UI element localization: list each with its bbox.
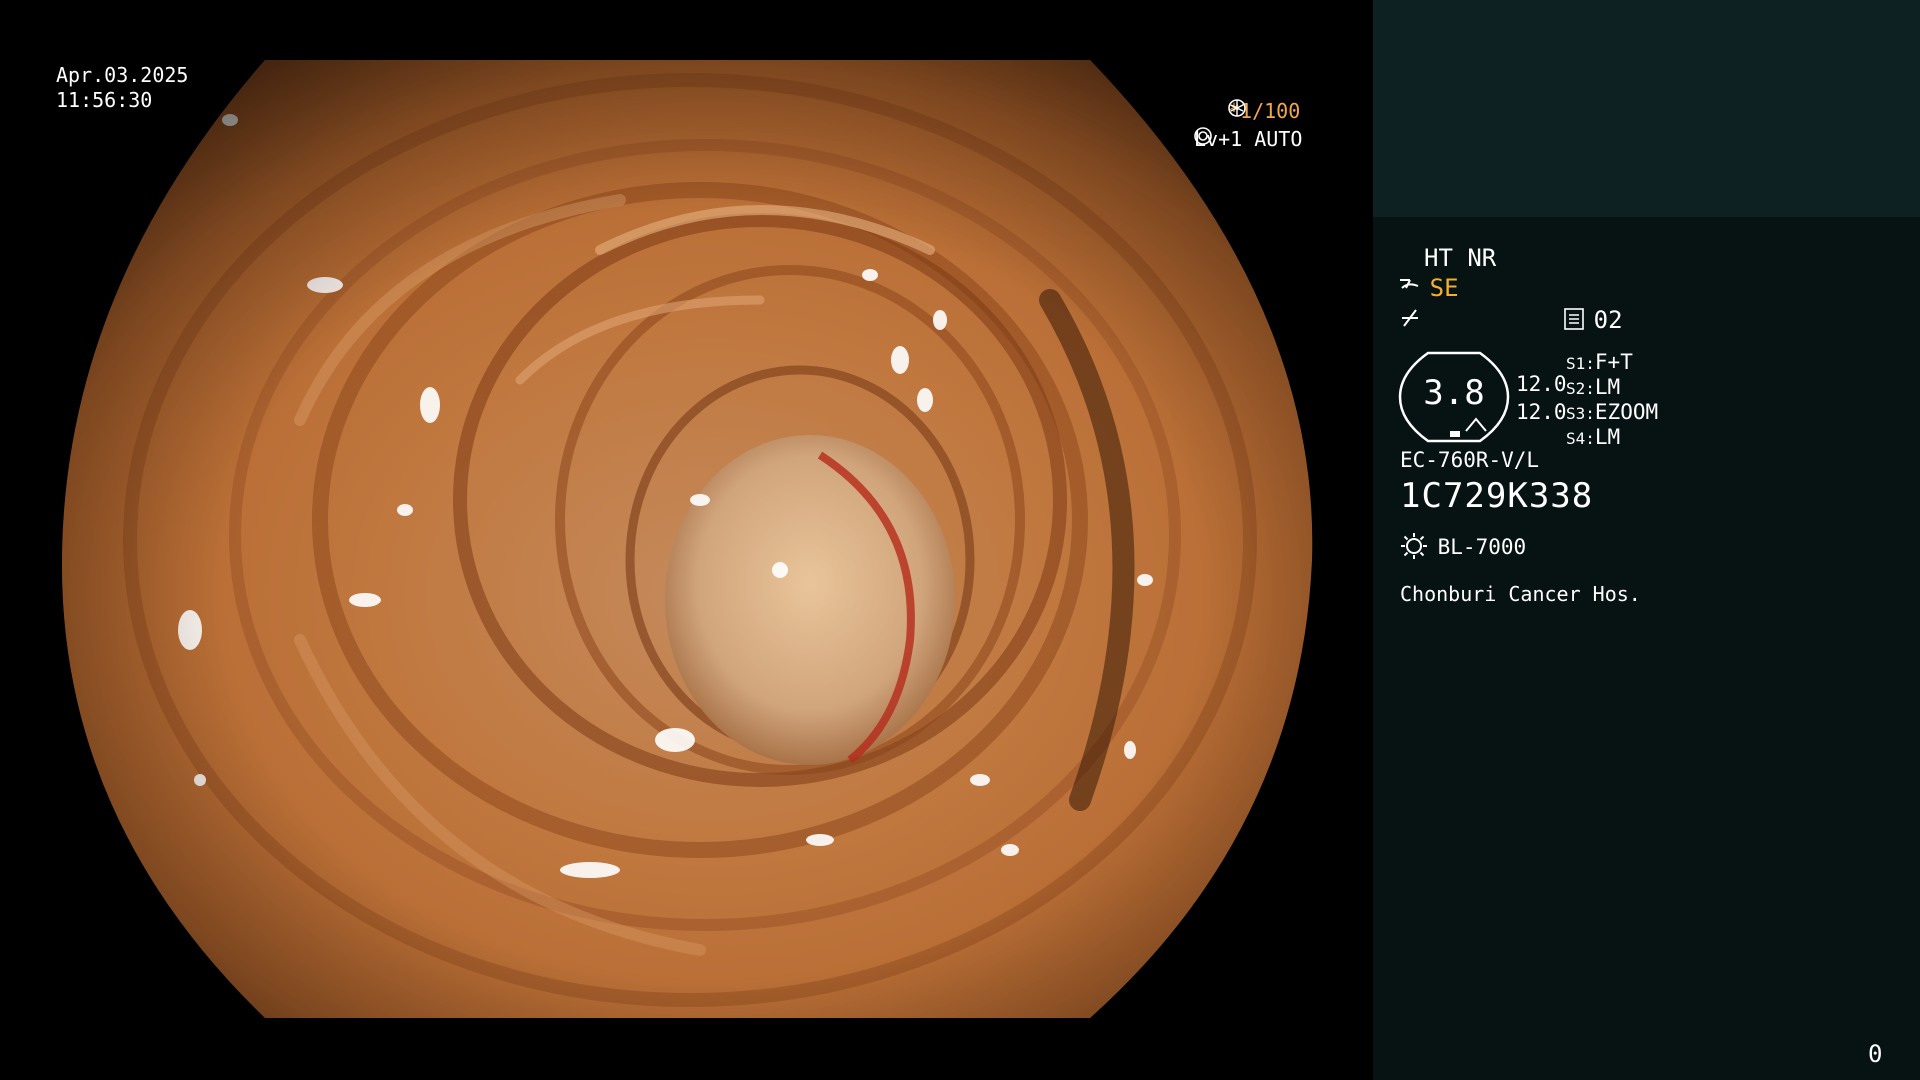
dial-display: 3.8 [1398, 351, 1510, 443]
structure-enhance-icon [1398, 274, 1420, 296]
date-display: Apr.03.2025 [56, 63, 189, 87]
panel-header-area [1373, 0, 1920, 217]
light-source-value: BL-7000 [1437, 535, 1527, 559]
switch-list: S1:F+T S2:LM S3:EZOOM S4:LM [1566, 350, 1658, 450]
scope-model: EC-760R-V/L [1400, 448, 1540, 472]
switch-value: F+T [1594, 350, 1633, 374]
ht-nr-label: HT NR [1424, 244, 1497, 272]
switch-key: S3: [1566, 404, 1595, 423]
memory-icon [1564, 308, 1584, 330]
switch-value: EZOOM [1594, 400, 1659, 424]
light-source-row: BL-7000 [1400, 532, 1526, 560]
memory-row: 02 [1564, 306, 1623, 334]
value-1: 12.0 [1516, 372, 1567, 396]
switch-item: S3:EZOOM [1566, 400, 1658, 425]
light-source-icon [1400, 532, 1428, 560]
iris-icon [1194, 127, 1332, 148]
scope-serial: 1C729K338 [1400, 476, 1594, 516]
level-readout: Lv+1 AUTO [1194, 127, 1332, 151]
switch-key: S4: [1566, 429, 1595, 448]
se-label: SE [1429, 274, 1459, 302]
frame-counter: 0 [1868, 1040, 1883, 1068]
switch-value: LM [1594, 425, 1621, 449]
switch-key: S2: [1566, 379, 1595, 398]
color-mode-icon [1400, 306, 1420, 334]
endoscope-image [61, 60, 1313, 1018]
endoscope-view: Apr.03.2025 11:56:30 *1/100 Lv+1 AUTO [0, 0, 1372, 1080]
dial-value: 3.8 [1423, 373, 1485, 413]
value-2: 12.0 [1516, 400, 1567, 424]
structure-enhance-row: SE [1398, 274, 1459, 302]
switch-item: S4:LM [1566, 425, 1658, 450]
switch-item: S1:F+T [1566, 350, 1658, 375]
switch-key: S1: [1566, 354, 1595, 373]
hospital-name: Chonburi Cancer Hos. [1400, 582, 1641, 606]
shutter-readout: *1/100 [1228, 99, 1330, 123]
time-display: 11:56:30 [56, 88, 153, 112]
switch-item: S2:LM [1566, 375, 1658, 400]
switch-value: LM [1594, 375, 1621, 399]
memory-value: 02 [1593, 306, 1623, 334]
shutter-icon [1228, 99, 1330, 120]
